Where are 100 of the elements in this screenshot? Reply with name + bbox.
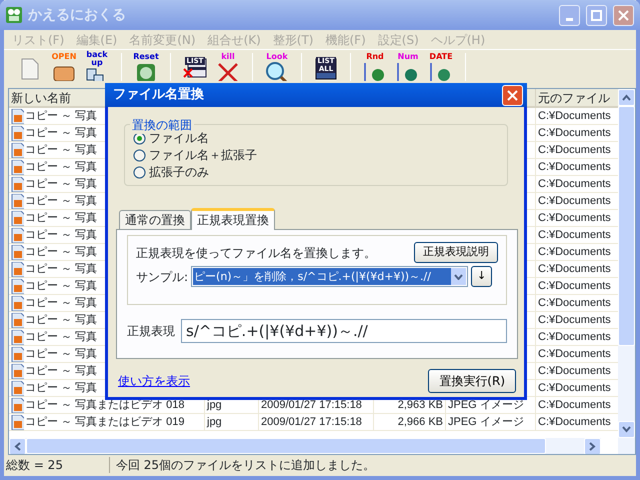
- minimize-icon: [566, 18, 573, 20]
- file-name[interactable]: コピー ～ 写真: [25, 210, 98, 226]
- scroll-down-button[interactable]: [618, 421, 635, 438]
- image-file-icon: [11, 414, 24, 430]
- table-cell-text: C:¥Documents: [538, 142, 611, 158]
- field-label: 正規表現: [127, 323, 175, 340]
- image-file-icon: [11, 296, 24, 310]
- table-cell-text: C:¥Documents: [538, 108, 611, 124]
- scrollbar-thumb[interactable]: [618, 106, 635, 346]
- image-file-icon: [11, 244, 24, 260]
- file-name[interactable]: コピー ～ 写真: [25, 380, 98, 396]
- close-icon: [618, 10, 629, 20]
- table-cell-text: 2,966 KB: [398, 414, 443, 430]
- field-label: サンプル:: [136, 268, 188, 286]
- image-file-icon: [11, 142, 24, 158]
- file-name[interactable]: コピー ～ 写真: [25, 125, 98, 141]
- table-cell-text: JPEG イメージ: [448, 414, 524, 430]
- radio-option[interactable]: 拡張子のみ: [133, 164, 499, 181]
- table-cell-text: C:¥Documents: [538, 278, 611, 294]
- close-button[interactable]: [613, 4, 634, 26]
- table-cell-text: C:¥Documents: [538, 398, 611, 412]
- file-name[interactable]: コピー ～ 写真: [25, 346, 98, 362]
- table-cell-text: C:¥Documents: [538, 160, 611, 174]
- file-name[interactable]: コピー ～ 写真: [25, 278, 98, 294]
- status-text: 総数 = 25: [6, 457, 63, 474]
- scrollbar-thumb[interactable]: [26, 438, 546, 454]
- sample-dropdown[interactable]: ピー(n)～」を削除，s/^コピ.+(|¥(¥d+¥))～.//: [191, 266, 468, 287]
- file-name[interactable]: コピー ～ 写真: [25, 295, 98, 311]
- window-title: かえるにおくる: [28, 6, 126, 24]
- table-cell-text: C:¥Documents: [538, 312, 611, 328]
- table-cell-text: C:¥Documents: [538, 364, 611, 378]
- file-name[interactable]: コピー ～ 写真: [25, 108, 98, 124]
- image-file-icon: [11, 194, 24, 208]
- table-cell-text: C:¥Documents: [538, 228, 611, 242]
- image-file-icon: [11, 160, 24, 174]
- run-button[interactable]: 置換実行(R): [428, 369, 516, 393]
- image-file-icon: [11, 278, 24, 294]
- scroll-right-button[interactable]: [584, 438, 601, 454]
- toolbar-button[interactable]: DATE: [426, 51, 456, 81]
- close-icon: [507, 90, 518, 100]
- toolbar-button[interactable]: Rnd: [360, 51, 390, 81]
- status-text: 今回 25個のファイルをリストに追加しました。: [116, 457, 376, 474]
- cross-icon: [216, 61, 240, 81]
- minimize-button[interactable]: [559, 4, 580, 26]
- image-file-icon: [11, 364, 24, 378]
- image-file-icon: [11, 312, 24, 328]
- maximize-button[interactable]: [586, 4, 607, 26]
- radio-option[interactable]: ファイル名＋拡張子: [133, 147, 499, 164]
- image-file-icon: [11, 126, 24, 140]
- file-name[interactable]: コピー ～ 写真: [25, 312, 98, 328]
- table-cell-text: C:¥Documents: [538, 176, 611, 192]
- insert-button[interactable]: ↓: [471, 266, 492, 287]
- toolbar-button[interactable]: back up: [82, 51, 112, 81]
- file-name[interactable]: コピー ～ 写真またはビデオ 018: [25, 397, 185, 413]
- table-cell-text: C:¥Documents: [538, 296, 611, 310]
- help-button[interactable]: 正規表現説明: [414, 242, 498, 263]
- reset-icon: [134, 61, 158, 81]
- table-cell-text: C:¥Documents: [538, 244, 611, 260]
- image-file-icon: [11, 228, 24, 242]
- file-name[interactable]: コピー ～ 写真: [25, 363, 98, 379]
- image-file-icon: [11, 108, 24, 124]
- table-cell-text: JPEG イメージ: [448, 398, 524, 412]
- table-cell-text: jpg: [207, 414, 222, 430]
- magnifier-icon: [265, 61, 289, 81]
- toolbar-button[interactable]: Reset: [131, 51, 161, 81]
- table-cell-text: C:¥Documents: [538, 380, 611, 396]
- group-title: 置換の範囲: [130, 116, 194, 134]
- table-cell-text: C:¥Documents: [538, 262, 611, 276]
- table-cell-text: 2009/01/27 17:15:18: [261, 398, 362, 412]
- table-cell-text: 2,963 KB: [398, 398, 443, 412]
- tab[interactable]: 正規表現置換: [191, 208, 275, 230]
- table-cell-text: C:¥Documents: [538, 346, 611, 362]
- image-file-icon: [11, 346, 24, 362]
- image-file-icon: [11, 210, 24, 226]
- table-cell-text: C:¥Documents: [538, 330, 611, 344]
- file-name[interactable]: コピー ～ 写真: [25, 142, 98, 158]
- table-cell-text: C:¥Documents: [538, 414, 611, 430]
- image-file-icon: [11, 398, 24, 412]
- file-name[interactable]: コピー ～ 写真: [25, 176, 98, 192]
- frog-icon: [6, 7, 22, 23]
- description-text: 正規表現を使ってファイル名を置換します。: [136, 244, 376, 262]
- file-name[interactable]: コピー ～ 写真: [25, 193, 98, 209]
- file-name[interactable]: コピー ～ 写真: [25, 329, 98, 345]
- dialog-title: ファイル名置換: [113, 86, 205, 104]
- table-cell-text: C:¥Documents: [538, 210, 611, 226]
- regex-input[interactable]: s/^コピ.+(|¥(¥d+¥))～.//: [181, 319, 507, 343]
- file-name[interactable]: コピー ～ 写真: [25, 159, 98, 175]
- image-file-icon: [11, 330, 24, 344]
- table-cell-text: C:¥Documents: [538, 194, 611, 208]
- scroll-left-button[interactable]: [9, 438, 26, 454]
- table-cell-text: C:¥Documents: [538, 126, 611, 140]
- tab[interactable]: 通常の置換: [119, 210, 191, 229]
- file-name[interactable]: コピー ～ 写真: [25, 244, 98, 260]
- table-cell-text: 2009/01/27 17:15:18: [261, 414, 362, 430]
- file-name[interactable]: コピー ～ 写真: [25, 227, 98, 243]
- file-name[interactable]: コピー ～ 写真: [25, 261, 98, 277]
- file-name[interactable]: コピー ～ 写真またはビデオ 019: [25, 414, 185, 430]
- image-file-icon: [11, 262, 24, 276]
- usage-link[interactable]: 使い方を表示: [118, 372, 190, 390]
- scroll-up-button[interactable]: [618, 89, 635, 106]
